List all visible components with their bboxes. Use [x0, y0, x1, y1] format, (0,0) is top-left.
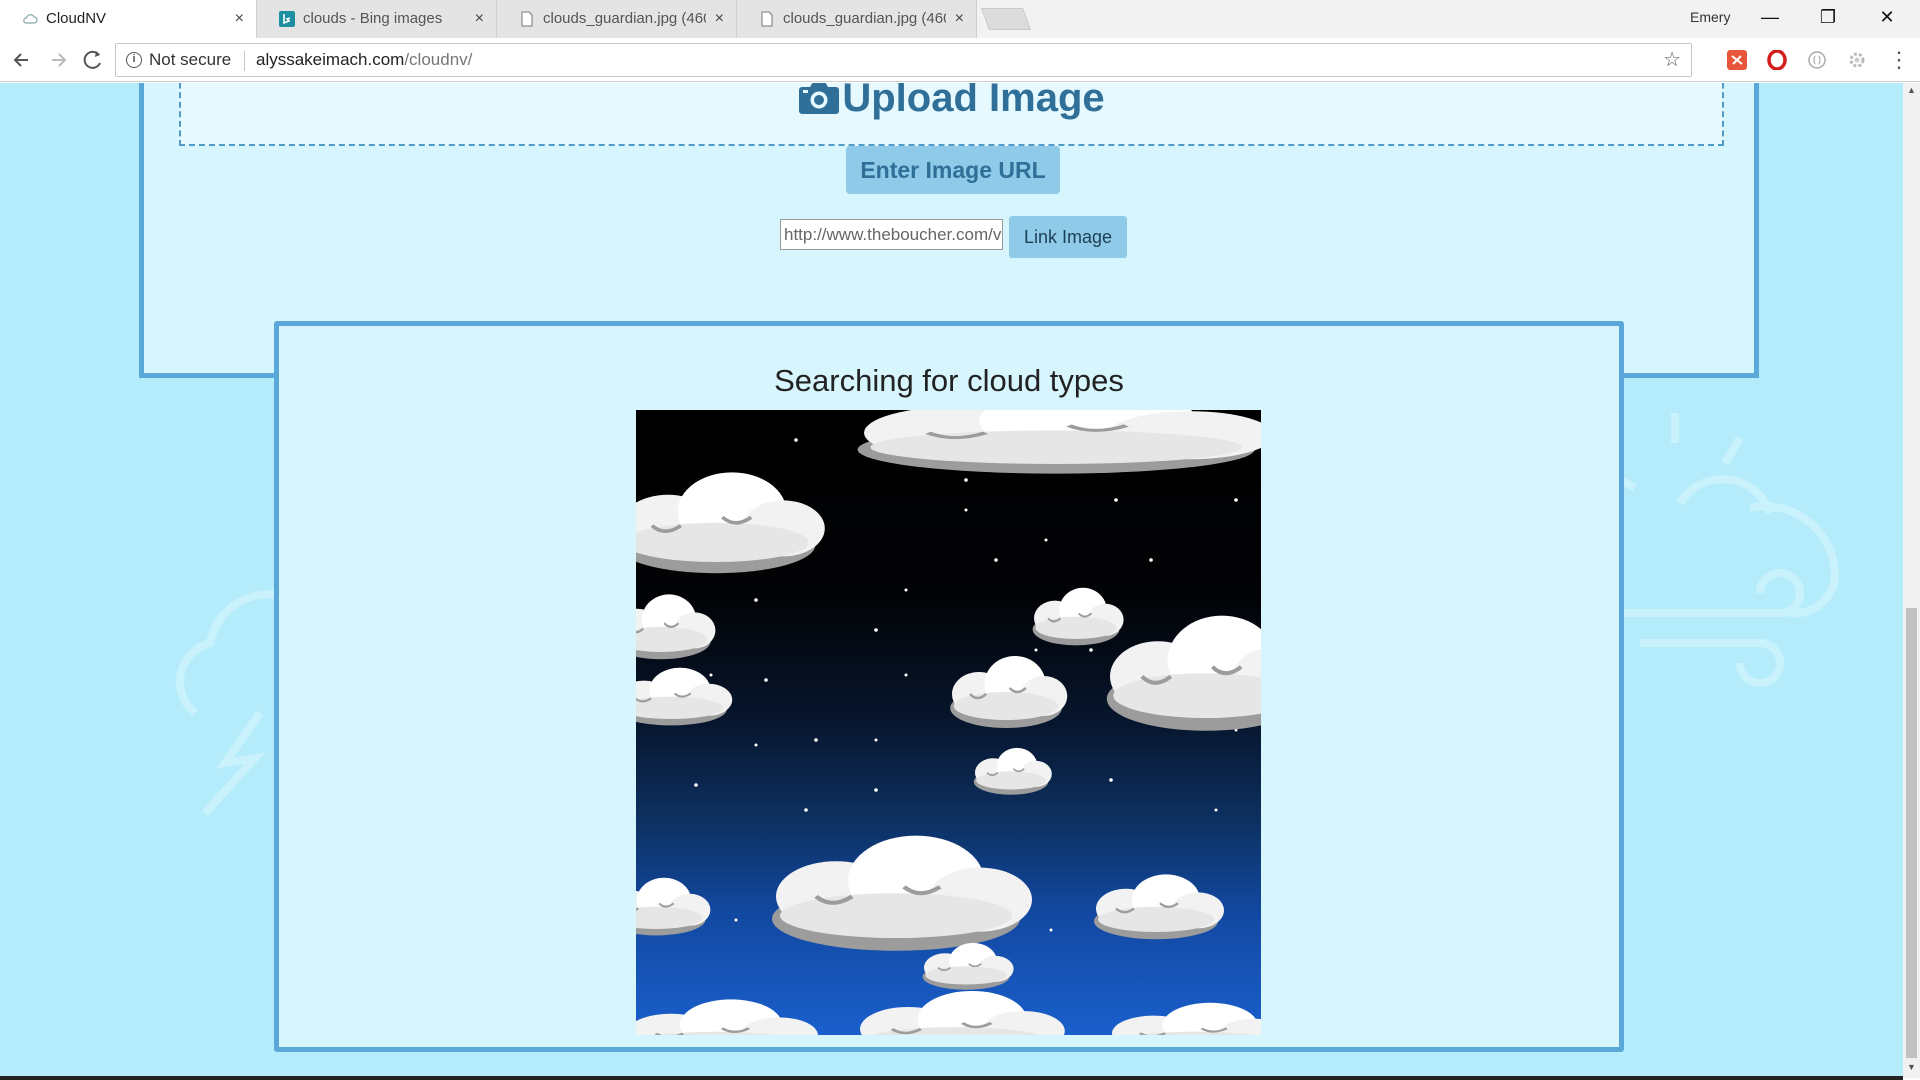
sun-wind-decoration-icon: [1607, 413, 1840, 687]
back-arrow-icon[interactable]: [8, 46, 36, 74]
upload-title-text: Upload Image: [842, 83, 1105, 120]
page-viewport: Upload Image Enter Image URL http://www.…: [0, 83, 1903, 1078]
profile-name[interactable]: Emery: [1690, 0, 1730, 34]
new-tab-button[interactable]: [980, 8, 1032, 30]
window-close-icon[interactable]: ✕: [1864, 0, 1910, 34]
bookmark-star-icon[interactable]: ☆: [1663, 44, 1681, 76]
tab-title: CloudNV: [46, 10, 107, 27]
tab-strip: CloudNV × clouds - Bing images × clouds_…: [0, 0, 1920, 38]
opera-extension-icon[interactable]: [1767, 50, 1787, 70]
camera-icon: [799, 83, 840, 114]
image-dropzone[interactable]: Upload Image: [179, 83, 1724, 146]
tab-title: clouds - Bing images: [303, 10, 443, 27]
url-text[interactable]: alyssakeimach.com/cloudnv/: [256, 44, 472, 76]
url-host: alyssakeimach.com: [256, 50, 405, 69]
tab-title: clouds_guardian.jpg (460: [783, 10, 946, 27]
night-clouds-illustration: [636, 410, 1261, 1035]
browser-toolbar: i Not secure alyssakeimach.com/cloudnv/ …: [0, 38, 1920, 82]
tab-close-icon[interactable]: ×: [955, 0, 964, 38]
file-favicon-icon: [761, 11, 773, 27]
link-image-button[interactable]: Link Image: [1009, 216, 1127, 258]
address-bar[interactable]: i Not secure alyssakeimach.com/cloudnv/ …: [115, 43, 1692, 77]
uploaded-cloud-image: [636, 410, 1261, 1035]
page-scrollbar[interactable]: ▲ ▼: [1903, 83, 1920, 1078]
reload-icon[interactable]: [79, 46, 107, 74]
minimize-icon[interactable]: —: [1747, 0, 1793, 34]
tab-clouds-guardian-2[interactable]: clouds_guardian.jpg (460 ×: [737, 0, 977, 38]
file-favicon-icon: [521, 11, 533, 27]
scrollbar-thumb[interactable]: [1906, 608, 1917, 1058]
tab-bing-images[interactable]: clouds - Bing images ×: [257, 0, 497, 38]
results-heading: Searching for cloud types: [774, 363, 1124, 398]
cloud-favicon-icon: [23, 14, 38, 24]
extension-circle-icon[interactable]: [1807, 50, 1827, 70]
tab-title: clouds_guardian.jpg (460: [543, 10, 706, 27]
extension-gear-icon[interactable]: [1847, 50, 1867, 70]
scroll-up-icon[interactable]: ▲: [1903, 85, 1920, 99]
results-panel: Searching for cloud types: [274, 321, 1624, 1052]
address-divider: [244, 51, 245, 71]
url-path: /cloudnv/: [404, 50, 473, 69]
image-url-input[interactable]: http://www.theboucher.com/v: [780, 219, 1003, 250]
extension-red-icon[interactable]: [1727, 50, 1747, 70]
bing-favicon-icon: [279, 11, 295, 27]
tab-cloudnv[interactable]: CloudNV ×: [0, 0, 257, 38]
tab-close-icon[interactable]: ×: [715, 0, 724, 38]
tab-clouds-guardian-1[interactable]: clouds_guardian.jpg (460 ×: [497, 0, 737, 38]
forward-arrow-icon[interactable]: [44, 46, 72, 74]
scroll-down-icon[interactable]: ▼: [1903, 1062, 1920, 1076]
bottom-edge: [0, 1076, 1903, 1080]
tab-close-icon[interactable]: ×: [235, 0, 244, 38]
enter-image-url-button[interactable]: Enter Image URL: [846, 146, 1060, 194]
upload-title: Upload Image: [181, 83, 1722, 123]
security-label[interactable]: Not secure: [149, 44, 231, 76]
restore-icon[interactable]: ❐: [1805, 0, 1851, 34]
info-icon[interactable]: i: [126, 52, 142, 68]
tab-close-icon[interactable]: ×: [475, 0, 484, 38]
browser-menu-icon[interactable]: ⋮: [1888, 46, 1910, 74]
